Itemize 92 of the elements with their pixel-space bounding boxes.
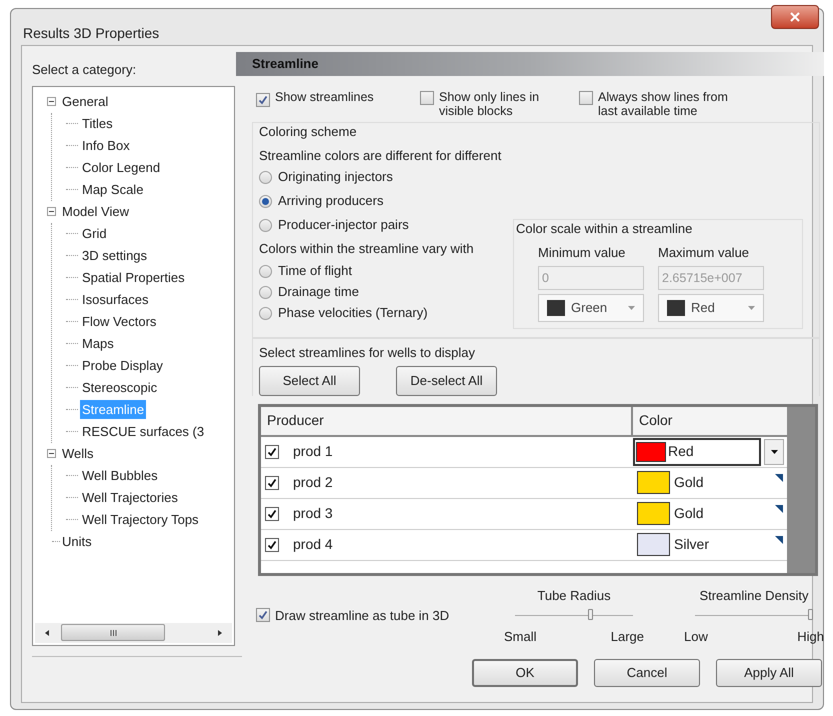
radio-button[interactable] [259,218,272,232]
tree-item[interactable]: Well Trajectory Tops [80,510,201,530]
radio-button[interactable] [259,194,272,208]
scroll-right-icon[interactable] [218,630,222,636]
vertical-scrollbar[interactable] [787,406,815,572]
slider-title: Tube Radius [537,586,611,604]
prompt-text: Select streamlines for wells to display [259,344,476,362]
tree-item[interactable]: Isosurfaces [80,290,150,310]
tree-item[interactable]: Grid [80,224,109,244]
table-cell-text: Gold [674,473,704,492]
horizontal-scrollbar[interactable] [35,622,232,642]
tree-item[interactable]: Stereoscopic [80,378,160,398]
dialog-button[interactable]: Apply All [716,658,822,686]
table-cell-text: prod 1 [293,442,333,461]
tree-item[interactable]: Well Bubbles [80,466,160,486]
prompt-text: Colors within the streamline vary with [259,240,475,258]
scroll-left-icon[interactable] [45,630,49,636]
dialog-button[interactable]: Cancel [594,658,700,686]
prompt-text: Streamline colors are different for different [259,146,502,164]
collapse-icon[interactable] [47,207,56,216]
section-header: Streamline [236,52,824,76]
radio-button[interactable] [259,286,272,298]
slider-thumb[interactable] [588,609,593,620]
column-header[interactable]: Color [633,406,787,434]
tree-item[interactable]: General [60,92,110,112]
table-cell-text: prod 2 [293,473,333,492]
collapse-icon[interactable] [47,97,56,106]
field-label: Minimum value [538,244,626,262]
category-label: Select a category: [32,61,138,79]
tree-item[interactable]: RESCUE surfaces (3 [80,422,206,442]
caret-icon [770,450,778,454]
radio-label: Originating injectors [278,168,393,186]
slider-title: Streamline Density [699,586,809,605]
tree-item[interactable]: Info Box [80,136,132,156]
checkbox[interactable] [265,538,279,552]
close-button[interactable] [771,5,819,29]
checkbox[interactable] [420,91,434,105]
radio-label: Producer-injector pairs [278,216,409,234]
grip-icon [110,630,116,636]
tree-item[interactable]: 3D settings [80,246,150,266]
slider-thumb[interactable] [808,609,813,620]
radio-label: Phase velocities (Ternary) [278,304,428,322]
group-title: Coloring scheme [259,123,358,141]
caret-icon [748,306,755,310]
tree-item[interactable]: Titles [80,114,115,134]
close-icon [790,12,800,22]
checkbox[interactable] [265,444,279,458]
checkbox[interactable] [579,91,593,105]
checkbox[interactable] [256,608,270,622]
checkbox[interactable] [265,506,279,520]
checkbox-label: Show only lines in visible blocks [439,90,540,118]
scroll-thumb[interactable] [61,624,165,641]
caret-icon [628,306,635,310]
tree-item[interactable]: Probe Display [80,356,165,376]
tree-item[interactable]: Spatial Properties [80,268,187,288]
tree-item[interactable]: Well Trajectories [80,488,180,508]
dialog-button[interactable]: OK [472,658,578,686]
slider-track[interactable] [695,609,813,621]
tree-item[interactable]: Units [60,532,94,552]
checkbox-label: Show streamlines [275,90,374,104]
tree-item[interactable]: Color Legend [80,158,162,178]
radio-label: Arriving producers [278,192,384,210]
checkbox-label: Draw streamline as tube in 3D [275,606,450,624]
slider-min-label: Low [684,628,708,646]
checkbox[interactable] [256,93,270,107]
radio-button[interactable] [259,170,272,184]
radio-button[interactable] [259,264,272,278]
tree-item[interactable]: Maps [80,334,116,354]
table-cell-text: Gold [674,504,704,523]
table-cell-text: prod 4 [293,535,333,554]
slider-min-label: Small [504,628,537,646]
table-cell-text: prod 3 [293,504,333,523]
group-title: Color scale within a streamline [516,220,694,238]
select-button[interactable]: Select All [259,366,360,396]
window-title: Results 3D Properties [23,24,160,43]
radio-label: Drainage time [278,283,359,302]
radio-label: Time of flight [278,262,352,280]
slider-max-label: Large [610,628,644,646]
tree-item[interactable]: Wells [60,444,96,464]
tree-item[interactable]: Model View [60,202,131,222]
radio-button[interactable] [259,306,272,320]
slider-track[interactable] [515,609,633,621]
select-button[interactable]: De-select All [396,366,497,396]
tree-item[interactable]: Map Scale [80,180,146,200]
checkbox-label: Always show lines from last available time [598,90,729,118]
tree-item[interactable]: Flow Vectors [80,312,158,332]
slider-max-label: High [797,628,824,646]
column-header[interactable]: Producer [261,406,633,434]
table-cell-text: Silver [674,535,710,554]
field-label: Maximum value [658,244,750,262]
collapse-icon[interactable] [47,449,56,458]
checkbox[interactable] [265,476,279,490]
